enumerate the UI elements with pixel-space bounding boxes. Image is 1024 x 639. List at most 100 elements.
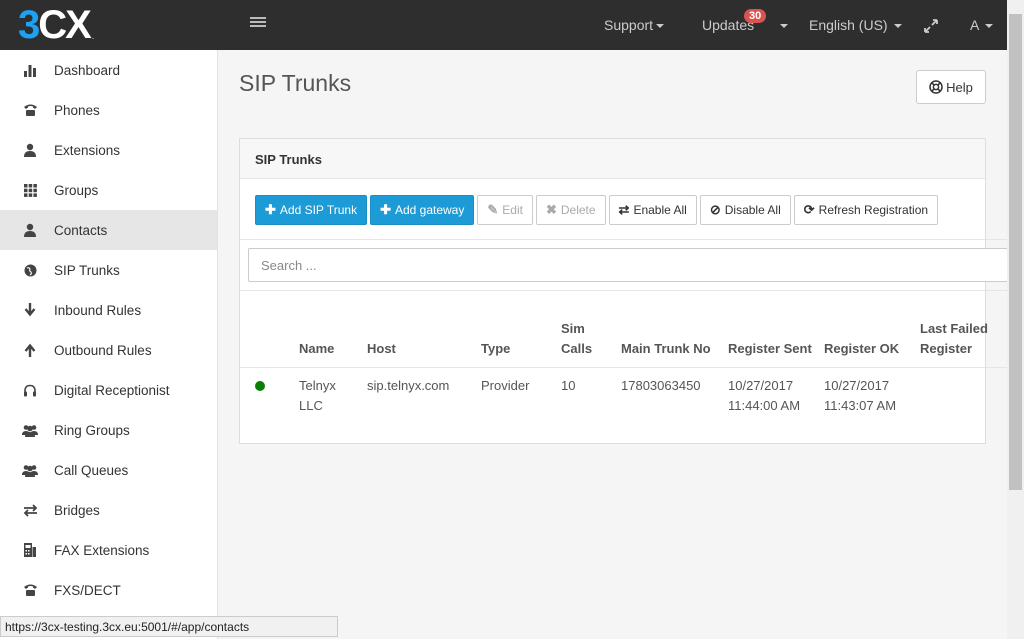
table-row[interactable]: Telnyx LLC sip.telnyx.com Provider 10 17… xyxy=(240,367,1007,422)
cell-main-trunk-no: 17803063450 xyxy=(621,377,701,393)
exchange-icon xyxy=(22,502,38,518)
sidebar-item-outbound-rules[interactable]: Outbound Rules xyxy=(0,330,217,370)
add-gateway-button[interactable]: ✚ Add gateway xyxy=(370,195,475,225)
sidebar-item-label: SIP Trunks xyxy=(54,262,120,278)
caret-down-icon xyxy=(985,24,994,29)
sidebar-item-call-queues[interactable]: Call Queues xyxy=(0,450,217,490)
main-content: SIP Trunks Help SIP Trunks ✚ Add SIP Trun… xyxy=(219,50,1008,639)
x-icon: ✖ xyxy=(545,202,557,217)
divider xyxy=(240,239,1007,240)
user-icon xyxy=(22,142,38,158)
updates-menu[interactable]: Updates 30 xyxy=(702,0,789,50)
menu-toggle-icon[interactable] xyxy=(250,17,266,31)
panel-title: SIP Trunks xyxy=(240,139,985,179)
status-online-icon xyxy=(255,380,265,391)
arrow-up-icon xyxy=(22,342,38,358)
cell-register-sent: 10/27/2017 11:44:00 AM xyxy=(728,377,801,413)
sidebar-item-inbound-rules[interactable]: Inbound Rules xyxy=(0,290,217,330)
caret-down-icon xyxy=(780,24,789,29)
globe-icon xyxy=(22,262,38,278)
language-menu[interactable]: English (US) xyxy=(809,0,902,50)
caret-down-icon xyxy=(656,24,665,29)
col-type[interactable]: Type xyxy=(481,291,561,368)
sidebar-item-fxs-dect[interactable]: FXS/DECT xyxy=(0,570,217,610)
edit-button[interactable]: ✎ Edit xyxy=(477,195,533,225)
col-register-ok[interactable]: Register OK xyxy=(824,291,920,368)
support-menu[interactable]: Support xyxy=(604,0,665,50)
col-main-trunk-no[interactable]: Main Trunk No xyxy=(621,291,728,368)
delete-button[interactable]: ✖ Delete xyxy=(535,195,606,225)
refresh-icon: ⟳ xyxy=(803,202,815,217)
cell-name: Telnyx LLC xyxy=(299,377,336,413)
top-navbar: 3CX . Support Updates 30 English (US) A xyxy=(0,0,1024,50)
sidebar-item-label: Groups xyxy=(54,182,99,198)
user-menu[interactable]: A xyxy=(970,0,994,50)
phone-icon xyxy=(22,582,38,598)
shuffle-icon: ⇄ xyxy=(618,202,630,217)
sip-trunks-table: Name Host Type Sim Calls Main Trunk No R… xyxy=(240,291,1007,422)
sidebar-item-label: Digital Receptionist xyxy=(54,382,170,398)
user-icon xyxy=(22,222,38,238)
scrollbar-thumb[interactable] xyxy=(1009,14,1022,490)
users-icon xyxy=(22,422,38,438)
sidebar-item-dashboard[interactable]: Dashboard xyxy=(0,50,217,90)
sidebar-item-sip-trunks[interactable]: SIP Trunks xyxy=(0,250,217,290)
sidebar-item-digital-receptionist[interactable]: Digital Receptionist xyxy=(0,370,217,410)
sidebar-item-label: Dashboard xyxy=(54,62,121,78)
sidebar-item-label: Outbound Rules xyxy=(54,342,152,358)
cell-type: Provider xyxy=(481,377,530,393)
sidebar-item-label: FAX Extensions xyxy=(54,542,150,558)
sidebar-item-label: Inbound Rules xyxy=(54,302,142,318)
cell-last-failed xyxy=(920,367,1007,422)
sidebar-item-label: Call Queues xyxy=(54,462,129,478)
sidebar-item-label: Extensions xyxy=(54,142,121,158)
phone-icon xyxy=(22,102,38,118)
cell-sim-calls: 10 xyxy=(561,377,576,393)
col-name[interactable]: Name xyxy=(299,291,367,368)
sidebar-item-ring-groups[interactable]: Ring Groups xyxy=(0,410,217,450)
arrow-down-icon xyxy=(22,302,38,318)
toolbar: ✚ Add SIP Trunk ✚ Add gateway ✎ Edit ✖ Delet… xyxy=(255,195,939,225)
sidebar-item-label: Contacts xyxy=(54,222,108,238)
plus-icon: ✚ xyxy=(380,202,391,217)
sidebar: Dashboard Phones Extensions Groups Contacts S… xyxy=(0,50,218,639)
browser-status-url: https://3cx-testing.3cx.eu:5001/#/app/co… xyxy=(0,616,338,637)
ban-icon: ⊘ xyxy=(709,202,721,217)
updates-count-badge: 30 xyxy=(744,9,767,23)
sidebar-item-bridges[interactable]: Bridges xyxy=(0,490,217,530)
sip-trunks-panel: SIP Trunks ✚ Add SIP Trunk ✚ Add gateway ✎… xyxy=(239,138,1008,444)
refresh-registration-button[interactable]: ⟳ Refresh Registration xyxy=(793,195,939,225)
sidebar-item-phones[interactable]: Phones xyxy=(0,90,217,130)
add-sip-trunk-button[interactable]: ✚ Add SIP Trunk xyxy=(255,195,368,225)
col-last-failed-register[interactable]: Last Failed Register xyxy=(920,291,1007,368)
cell-register-ok: 10/27/2017 11:43:07 AM xyxy=(824,377,897,413)
sidebar-item-contacts[interactable]: Contacts xyxy=(0,210,217,250)
help-button[interactable]: Help xyxy=(916,70,986,104)
life-ring-icon xyxy=(929,80,943,94)
bar-chart-icon xyxy=(22,62,38,78)
sidebar-item-groups[interactable]: Groups xyxy=(0,170,217,210)
fullscreen-button[interactable] xyxy=(924,0,938,50)
sidebar-item-label: FXS/DECT xyxy=(54,582,121,598)
sidebar-item-label: Phones xyxy=(54,102,100,118)
plus-icon: ✚ xyxy=(265,202,276,217)
fax-icon xyxy=(22,542,38,558)
search-input[interactable] xyxy=(248,248,1008,282)
col-sim-calls[interactable]: Sim Calls xyxy=(561,291,621,368)
col-host[interactable]: Host xyxy=(367,291,481,368)
users-icon xyxy=(22,462,38,478)
page-title: SIP Trunks xyxy=(239,70,352,96)
headphones-icon xyxy=(22,382,38,398)
expand-icon xyxy=(924,19,938,34)
grid-icon xyxy=(22,182,38,198)
sidebar-item-extensions[interactable]: Extensions xyxy=(0,130,217,170)
table-header-row: Name Host Type Sim Calls Main Trunk No R… xyxy=(240,291,1007,368)
sidebar-item-fax-extensions[interactable]: FAX Extensions xyxy=(0,530,217,570)
enable-all-button[interactable]: ⇄ Enable All xyxy=(608,195,697,225)
disable-all-button[interactable]: ⊘ Disable All xyxy=(699,195,791,225)
sidebar-item-label: Bridges xyxy=(54,502,100,518)
3cx-logo[interactable]: 3CX . xyxy=(18,5,94,45)
col-register-sent[interactable]: Register Sent xyxy=(728,291,824,368)
col-status[interactable] xyxy=(240,291,299,368)
cell-host: sip.telnyx.com xyxy=(367,377,450,393)
